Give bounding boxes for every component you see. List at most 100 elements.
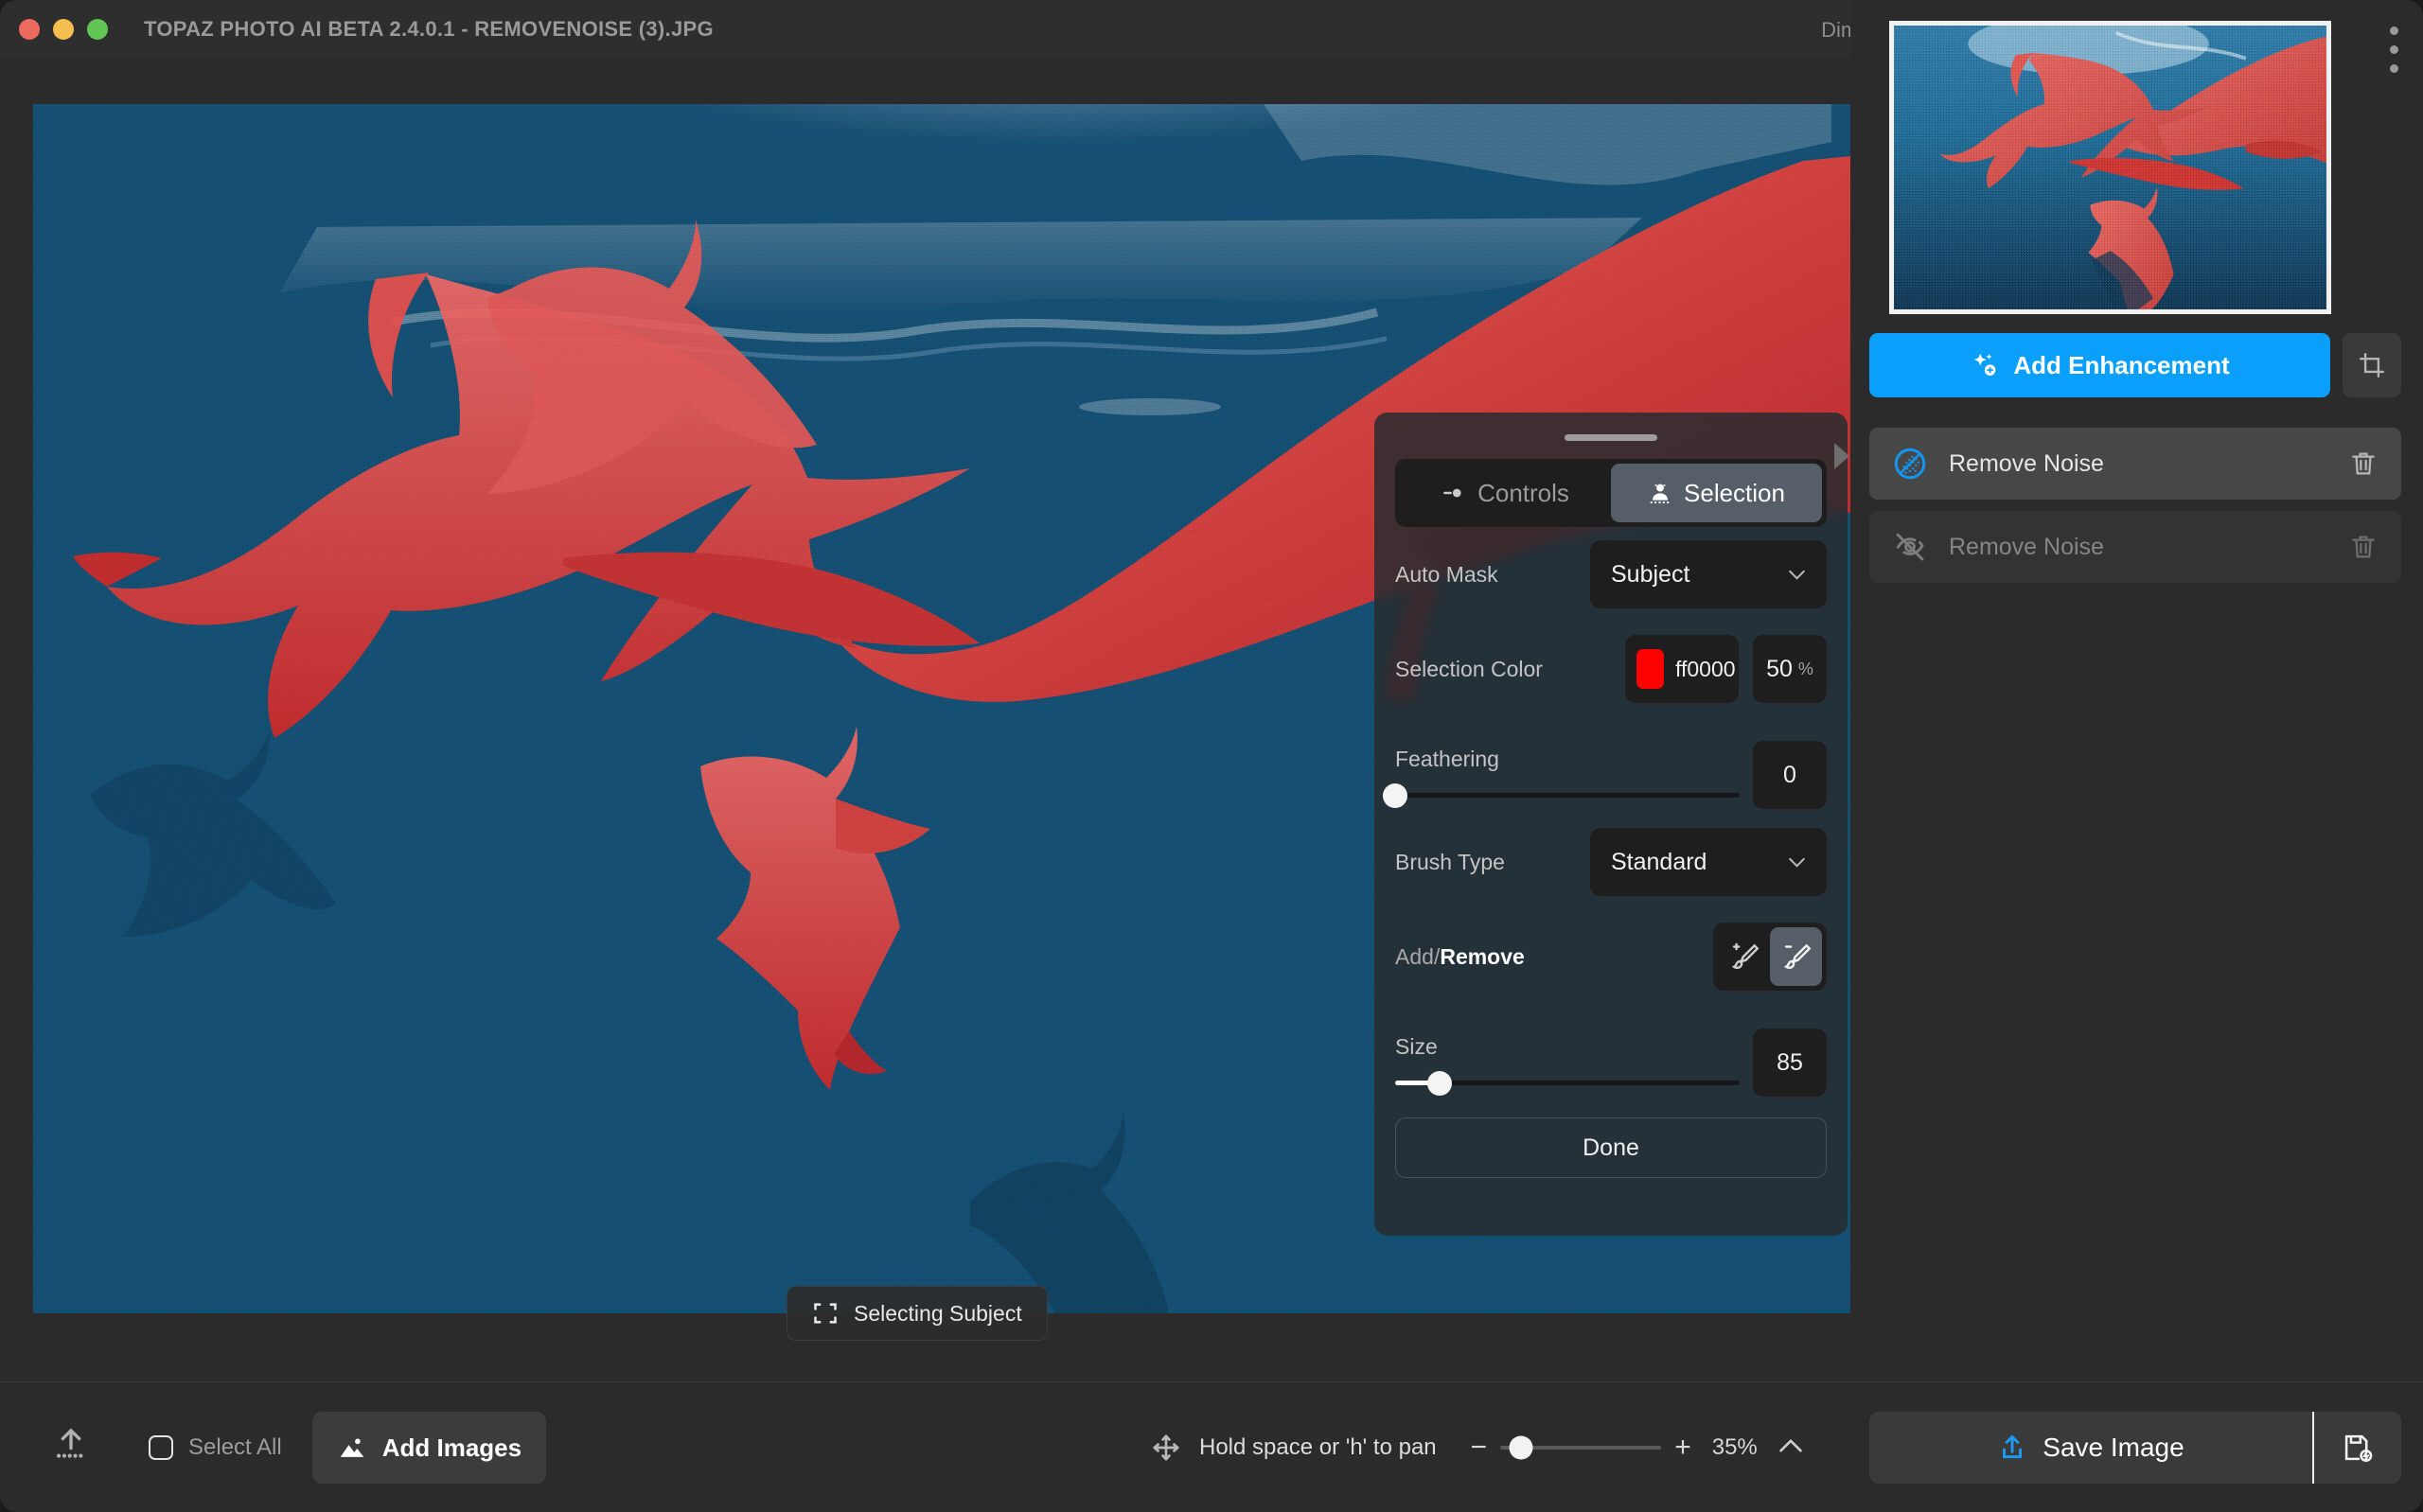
panel-drag-handle[interactable]	[1565, 434, 1657, 441]
zoom-slider-knob[interactable]	[1510, 1436, 1533, 1460]
size-value-field[interactable]: 85	[1753, 1029, 1827, 1097]
status-badge: Selecting Subject	[787, 1286, 1048, 1341]
chevron-up-icon	[1778, 1438, 1803, 1453]
chevron-down-icon	[1788, 857, 1806, 868]
brush-add-button[interactable]	[1718, 927, 1770, 986]
preview-thumbnail[interactable]	[1889, 21, 2331, 314]
feathering-label: Feathering	[1395, 747, 1753, 772]
feathering-slider[interactable]	[1395, 793, 1740, 798]
bottom-toolbar: Select All Add Images Hold space or 'h' …	[0, 1381, 2423, 1512]
enhancement-actions: Add Enhancement	[1869, 333, 2401, 397]
crop-frame-icon	[812, 1300, 839, 1327]
tab-selection[interactable]: Selection	[1611, 464, 1822, 522]
auto-mask-label: Auto Mask	[1395, 562, 1590, 588]
status-badge-label: Selecting Subject	[854, 1301, 1022, 1327]
zoom-slider-group: − +	[1471, 1433, 1691, 1462]
color-swatch	[1636, 649, 1664, 689]
zoom-slider[interactable]	[1500, 1446, 1661, 1450]
window-controls	[19, 19, 108, 40]
layer-name: Remove Noise	[1949, 534, 2348, 561]
brush-type-select[interactable]: Standard	[1590, 828, 1827, 896]
selection-color-label: Selection Color	[1395, 657, 1625, 682]
add-label: Add	[1395, 944, 1434, 969]
brush-type-label: Brush Type	[1395, 850, 1590, 875]
add-images-button[interactable]: Add Images	[312, 1412, 546, 1484]
row-auto-mask: Auto Mask Subject	[1395, 527, 1827, 622]
save-group: Save Image	[1869, 1412, 2401, 1484]
sliders-icon	[1441, 481, 1466, 505]
auto-mask-select[interactable]: Subject	[1590, 540, 1827, 608]
add-enhancement-label: Add Enhancement	[2013, 351, 2229, 380]
feathering-slider-knob[interactable]	[1383, 783, 1407, 808]
bottom-left-group: Select All Add Images	[0, 1382, 546, 1512]
add-remove-toggle	[1713, 923, 1827, 991]
upload-icon	[52, 1426, 90, 1466]
pan-hint-label: Hold space or 'h' to pan	[1199, 1434, 1437, 1461]
brush-remove-button[interactable]	[1770, 927, 1822, 986]
feathering-value: 0	[1783, 762, 1796, 789]
feathering-value-field[interactable]: 0	[1753, 741, 1827, 809]
zoom-level-value: 35%	[1712, 1434, 1758, 1461]
thumbnail-image	[1894, 26, 2326, 309]
page-title: TOPAZ PHOTO AI BETA 2.4.0.1 - REMOVENOIS…	[144, 17, 714, 42]
brush-plus-icon	[1728, 941, 1760, 973]
select-all-checkbox[interactable]: Select All	[149, 1434, 282, 1461]
remove-label: Remove	[1440, 944, 1524, 969]
tab-controls[interactable]: Controls	[1400, 464, 1611, 522]
sparkles-plus-icon	[1970, 351, 1998, 379]
panel-tabs: Controls Selection	[1395, 459, 1827, 527]
denoise-circle-icon	[1892, 446, 1928, 482]
layer-remove-noise-1[interactable]: Remove Noise	[1869, 428, 2401, 500]
right-sidebar: Add Enhancement Rem	[1850, 0, 2423, 1381]
layer-name: Remove Noise	[1949, 450, 2348, 478]
panel-collapse-arrow[interactable]	[1834, 443, 1849, 469]
zoom-pan-controls: Hold space or 'h' to pan − + 35%	[1150, 1382, 1803, 1512]
trash-icon[interactable]	[2348, 532, 2379, 562]
zoom-out-button[interactable]: −	[1471, 1433, 1488, 1462]
brush-minus-icon	[1780, 941, 1813, 973]
move-arrows-icon	[1150, 1432, 1182, 1464]
layer-remove-noise-2[interactable]: Remove Noise	[1869, 511, 2401, 583]
size-label: Size	[1395, 1034, 1753, 1060]
row-selection-color: Selection Color ff0000 50 %	[1395, 622, 1827, 716]
crop-icon	[2358, 351, 2386, 379]
selection-control-panel: Controls Selection Auto Mask Subject	[1374, 413, 1848, 1236]
upload-button[interactable]	[52, 1426, 90, 1470]
tab-selection-label: Selection	[1684, 479, 1785, 508]
thumbnail-content	[1894, 26, 2326, 309]
eye-off-icon	[1892, 529, 1928, 565]
row-size: Size 85	[1395, 1004, 1827, 1102]
upload-share-icon	[1997, 1433, 2027, 1463]
size-slider[interactable]	[1395, 1081, 1740, 1085]
image-mountain-icon	[337, 1433, 367, 1463]
size-slider-knob[interactable]	[1427, 1071, 1452, 1096]
more-options-button[interactable]	[2390, 26, 2398, 73]
crop-button[interactable]	[2343, 333, 2401, 397]
close-button[interactable]	[19, 19, 40, 40]
save-image-button[interactable]: Save Image	[1869, 1412, 2312, 1484]
zoom-menu-button[interactable]	[1778, 1438, 1803, 1458]
chevron-down-icon	[1788, 570, 1806, 580]
maximize-button[interactable]	[87, 19, 108, 40]
checkbox-box	[149, 1435, 173, 1460]
save-image-label: Save Image	[2043, 1433, 2184, 1463]
done-button[interactable]: Done	[1395, 1117, 1827, 1178]
row-brush-type: Brush Type Standard	[1395, 815, 1827, 909]
trash-icon[interactable]	[2348, 448, 2379, 479]
auto-mask-value: Subject	[1611, 561, 1689, 589]
app-window: TOPAZ PHOTO AI BETA 2.4.0.1 - REMOVENOIS…	[0, 0, 2423, 1512]
tab-controls-label: Controls	[1477, 479, 1569, 508]
save-preset-icon	[2342, 1432, 2374, 1464]
brush-type-value: Standard	[1611, 849, 1707, 876]
selection-color-picker[interactable]: ff0000	[1625, 635, 1739, 703]
select-all-label: Select All	[188, 1434, 282, 1461]
minimize-button[interactable]	[53, 19, 74, 40]
selection-opacity-field[interactable]: 50 %	[1753, 635, 1827, 703]
add-enhancement-button[interactable]: Add Enhancement	[1869, 333, 2330, 397]
save-preset-button[interactable]	[2314, 1412, 2401, 1484]
subject-person-icon	[1648, 481, 1672, 505]
add-images-label: Add Images	[382, 1433, 522, 1463]
add-remove-label: Add/Remove	[1395, 944, 1713, 970]
zoom-in-button[interactable]: +	[1674, 1433, 1691, 1462]
size-value: 85	[1777, 1049, 1803, 1077]
